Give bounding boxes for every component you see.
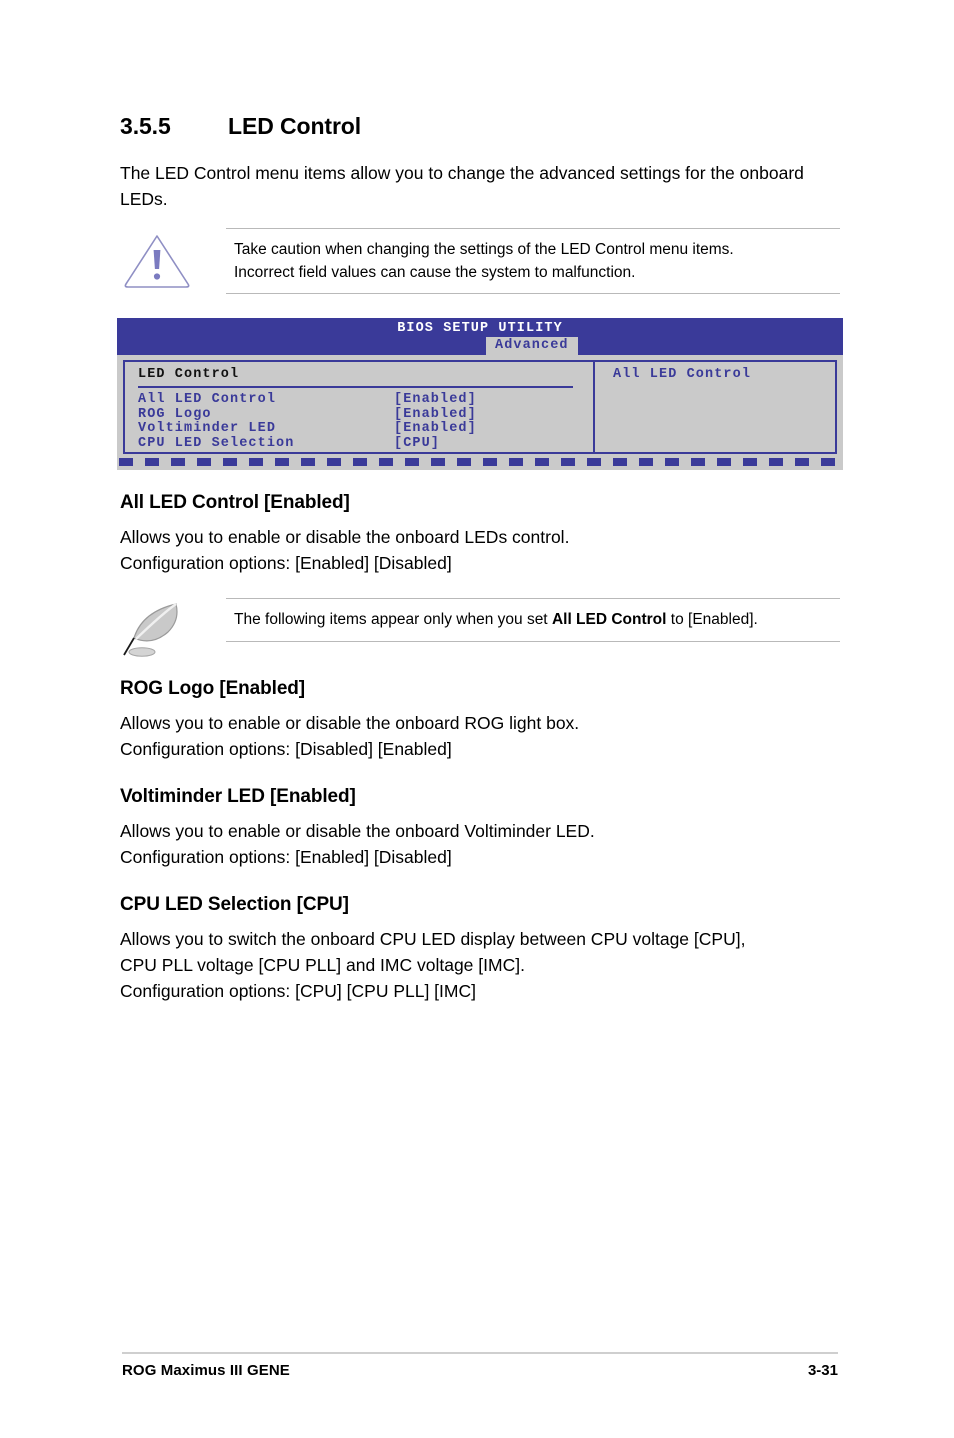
subsection-line: Allows you to enable or disable the onbo… [120, 527, 570, 547]
warning-callout: Take caution when changing the settings … [120, 228, 840, 294]
section-number: 3.5.5 [120, 113, 171, 139]
bios-item-value[interactable]: [Enabled] [394, 422, 593, 437]
footer-page-number: 3-31 [807, 1362, 838, 1379]
note-text-block: The following items appear only when you… [226, 598, 840, 642]
bios-group-title: LED Control [138, 367, 240, 382]
bios-menu-item-cpu-led-selection[interactable]: CPU LED Selection [CPU] [138, 436, 593, 452]
bios-item-label: ROG Logo [138, 406, 212, 422]
note-text-bold: All LED Control [551, 611, 667, 628]
bios-title: BIOS SETUP UTILITY [397, 321, 563, 336]
bios-body: LED Control All LED Control [Enabled] RO… [123, 360, 837, 454]
subsection-rog-logo: ROG Logo [Enabled] Allows you to enable … [120, 678, 840, 762]
bios-truncation-dashed-line [119, 458, 843, 466]
footer-divider [122, 1352, 838, 1354]
subsection-voltiminder-led: Voltiminder LED [Enabled] Allows you to … [120, 786, 840, 870]
subsection-title: ROG Logo [Enabled] [120, 678, 306, 699]
section-intro-paragraph: The LED Control menu items allow you to … [120, 163, 804, 209]
bios-menu-item-all-led-control[interactable]: All LED Control [Enabled] [138, 392, 593, 408]
bios-group-divider [138, 386, 573, 388]
bios-setup-screenshot: BIOS SETUP UTILITY Advanced LED Control … [117, 318, 843, 470]
warning-triangle-icon [120, 228, 226, 290]
subsection-title: Voltiminder LED [Enabled] [120, 786, 356, 807]
bios-item-label: CPU LED Selection [138, 436, 295, 452]
bios-item-label: Voltiminder LED [138, 421, 277, 437]
subsection-cpu-led-selection: CPU LED Selection [CPU] Allows you to sw… [120, 894, 840, 1004]
document-page: 3.5.5 LED Control The LED Control menu i… [0, 0, 954, 1438]
subsection-line: Allows you to enable or disable the onbo… [120, 821, 595, 841]
note-text-after: to [Enabled]. [666, 611, 758, 628]
note-text: The following items appear only when you… [234, 608, 840, 631]
bios-item-label: All LED Control [138, 392, 277, 407]
bios-menu-item-rog-logo[interactable]: ROG Logo [Enabled] [138, 406, 593, 423]
subsection-all-led-control: All LED Control [Enabled] Allows you to … [120, 492, 840, 576]
section-title: LED Control [228, 113, 362, 139]
warning-text-block: Take caution when changing the settings … [226, 228, 840, 294]
note-text-before: The following items appear only when you… [234, 611, 552, 628]
warning-line-2: Incorrect field values can cause the sys… [234, 264, 636, 281]
bios-menu-pane: LED Control All LED Control [Enabled] RO… [125, 362, 595, 452]
quill-pen-icon [120, 598, 226, 660]
subsection-line: CPU PLL voltage [CPU PLL] and IMC voltag… [120, 955, 525, 975]
subsection-body: Allows you to enable or disable the onbo… [120, 524, 840, 576]
subsection-body: Allows you to enable or disable the onbo… [120, 710, 840, 762]
bios-help-title: All LED Control [613, 367, 752, 382]
bios-item-value[interactable]: [CPU] [394, 436, 593, 452]
subsection-line: Allows you to enable or disable the onbo… [120, 713, 580, 733]
note-callout: The following items appear only when you… [120, 598, 840, 660]
subsection-title: CPU LED Selection [CPU] [120, 894, 349, 915]
page-title: 3.5.5 LED Control [120, 113, 840, 140]
bios-item-value[interactable]: [Enabled] [394, 407, 593, 423]
subsection-line: Allows you to switch the onboard CPU LED… [120, 929, 746, 949]
subsection-body: Allows you to enable or disable the onbo… [120, 818, 840, 870]
subsection-line: Configuration options: [CPU] [CPU PLL] [… [120, 981, 476, 1001]
subsection-body: Allows you to switch the onboard CPU LED… [120, 926, 840, 1004]
tab-advanced[interactable]: Advanced [486, 337, 578, 355]
bios-menu-item-voltiminder-led[interactable]: Voltiminder LED [Enabled] [138, 422, 593, 437]
subsection-line: Configuration options: [Disabled] [Enabl… [120, 739, 452, 759]
bios-help-pane: All LED Control [595, 362, 835, 452]
footer-product-name: ROG Maximus III GENE [122, 1362, 290, 1379]
bios-item-value[interactable]: [Enabled] [394, 392, 593, 408]
subsection-line: Configuration options: [Enabled] [Disabl… [120, 847, 452, 867]
bios-title-bar: BIOS SETUP UTILITY Advanced [117, 318, 843, 355]
subsection-line: Configuration options: [Enabled] [Disabl… [120, 553, 452, 573]
warning-line-1: Take caution when changing the settings … [234, 241, 734, 258]
subsection-title: All LED Control [Enabled] [120, 492, 350, 513]
